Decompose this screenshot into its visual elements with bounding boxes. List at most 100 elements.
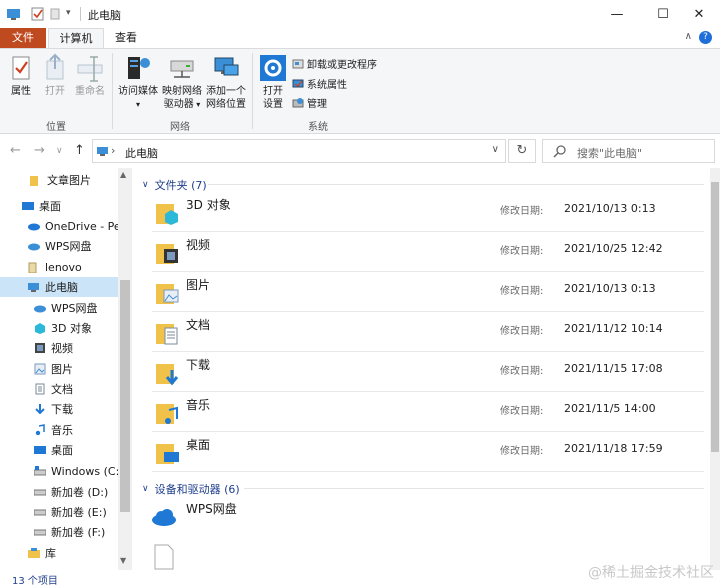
- scroll-thumb[interactable]: [120, 280, 130, 512]
- properties-icon: [12, 56, 30, 80]
- manage-icon: [292, 97, 304, 107]
- folder-row-documents[interactable]: 文档 修改日期: 2021/11/12 10:14: [152, 314, 704, 352]
- refresh-button[interactable]: ↻: [508, 139, 536, 163]
- device-row-wps-drive[interactable]: WPS网盘: [152, 498, 704, 536]
- nav-item-videos[interactable]: 视频: [0, 338, 118, 358]
- chevron-down-icon[interactable]: ∨: [492, 144, 499, 155]
- manage-button[interactable]: 管理: [292, 95, 327, 110]
- folder-name: 图片: [186, 278, 211, 292]
- nav-item-lenovo[interactable]: lenovo: [0, 257, 118, 277]
- nav-item-wps-drive[interactable]: WPS网盘: [0, 236, 118, 256]
- drive-icon: [34, 489, 46, 496]
- back-arrow-icon[interactable]: ←: [10, 143, 21, 158]
- search-box[interactable]: 搜索"此电脑": [542, 139, 715, 163]
- up-arrow-icon[interactable]: ↑: [74, 143, 85, 158]
- computer-icon: [97, 147, 108, 156]
- network-group-label: 网络: [170, 122, 190, 133]
- pictures-icon: [34, 363, 46, 375]
- drive-icon[interactable]: [154, 544, 174, 570]
- folder-row-downloads[interactable]: 下载 修改日期: 2021/11/15 17:08: [152, 354, 704, 392]
- forward-arrow-icon[interactable]: →: [34, 143, 45, 158]
- nav-item-drive-e[interactable]: 新加卷 (E:): [0, 502, 118, 522]
- user-folder-icon: [28, 262, 37, 273]
- add-network-location-button[interactable]: 添加一个 网络位置: [204, 53, 248, 111]
- nav-item-this-pc[interactable]: 此电脑: [0, 277, 118, 297]
- properties-button[interactable]: 属性: [6, 53, 36, 98]
- uninstall-label: 卸载或更改程序: [307, 60, 377, 71]
- nav-item-label: 库: [45, 547, 56, 560]
- system-group-label: 系统: [308, 122, 328, 133]
- nav-item-label: 新加卷 (D:): [51, 486, 109, 499]
- tab-view[interactable]: 查看: [106, 28, 146, 48]
- wps-cloud-icon: [152, 509, 176, 526]
- settings-gear-icon: [260, 55, 286, 81]
- date-label: 修改日期:: [500, 326, 544, 337]
- devices-section-header[interactable]: ∨ 设备和驱动器 (6): [142, 481, 240, 497]
- wps-cloud-icon: [34, 305, 46, 313]
- minimize-button[interactable]: —: [594, 0, 640, 28]
- nav-item-label: 桌面: [51, 444, 73, 457]
- rename-button[interactable]: 重命名: [72, 53, 108, 98]
- recent-locations-icon[interactable]: ∨: [56, 146, 63, 156]
- rename-icon: [77, 56, 103, 82]
- ribbon-collapse-icon[interactable]: ∧: [685, 31, 692, 42]
- nav-item-desktop[interactable]: 桌面: [0, 440, 118, 460]
- new-folder-quick-icon[interactable]: [50, 6, 60, 22]
- open-settings-label-1: 打开: [263, 86, 283, 97]
- breadcrumb-chevron-icon[interactable]: ›: [111, 144, 115, 157]
- nav-item-drive-c[interactable]: Windows (C:): [0, 461, 118, 481]
- folder-row-videos[interactable]: 视频 修改日期: 2021/10/25 12:42: [152, 234, 704, 272]
- address-bar[interactable]: › 此电脑 ∨: [92, 139, 506, 163]
- nav-item-drive-f[interactable]: 新加卷 (F:): [0, 522, 118, 542]
- nav-item-article-images[interactable]: 文章图片: [0, 170, 118, 190]
- folders-section-header[interactable]: ∨ 文件夹 (7): [142, 177, 207, 193]
- 3d-objects-folder-icon: [156, 204, 178, 225]
- date-label: 修改日期:: [500, 366, 544, 377]
- scroll-up-arrow-icon[interactable]: ▲: [120, 170, 126, 179]
- scroll-down-arrow-icon[interactable]: ▼: [120, 556, 126, 565]
- content-scrollbar[interactable]: [710, 168, 720, 570]
- music-folder-icon: [156, 404, 178, 424]
- nav-item-downloads[interactable]: 下载: [0, 399, 118, 419]
- tab-file[interactable]: 文件: [0, 28, 46, 48]
- access-media-button[interactable]: 访问媒体 ▾: [116, 53, 160, 111]
- tab-computer[interactable]: 计算机: [48, 28, 104, 48]
- nav-item-libraries[interactable]: 库: [0, 543, 118, 563]
- system-properties-icon: [292, 79, 304, 87]
- folder-row-music[interactable]: 音乐 修改日期: 2021/11/5 14:00: [152, 394, 704, 432]
- quick-access-dropdown-icon[interactable]: ▾: [66, 8, 71, 24]
- search-input[interactable]: 搜索"此电脑": [577, 145, 642, 161]
- system-properties-button[interactable]: 系统属性: [292, 76, 347, 91]
- nav-item-drive-d[interactable]: 新加卷 (D:): [0, 482, 118, 502]
- download-arrow-icon: [35, 404, 45, 415]
- open-button[interactable]: 打开: [40, 53, 70, 98]
- nav-item-pictures[interactable]: 图片: [0, 359, 118, 379]
- nav-item-label: 桌面: [39, 200, 61, 213]
- map-network-drive-button[interactable]: 映射网络 驱动器 ▾: [160, 53, 204, 111]
- chevron-down-icon[interactable]: ∨: [142, 180, 149, 190]
- address-path[interactable]: 此电脑: [125, 145, 158, 161]
- nav-item-music[interactable]: 音乐: [0, 420, 118, 440]
- chevron-down-icon[interactable]: ∨: [142, 484, 149, 494]
- folder-row-desktop[interactable]: 桌面 修改日期: 2021/11/18 17:59: [152, 434, 704, 472]
- folder-row-pictures[interactable]: 图片 修改日期: 2021/10/13 0:13: [152, 274, 704, 312]
- nav-item-3d-objects[interactable]: 3D 对象: [0, 318, 118, 338]
- nav-item-wps-drive-pc[interactable]: WPS网盘: [0, 298, 118, 318]
- item-count: 13 个项目: [12, 576, 58, 587]
- desktop-folder-icon: [156, 444, 179, 464]
- desktop-icon: [22, 202, 34, 210]
- blank-file-icon: [154, 544, 174, 570]
- properties-quick-icon[interactable]: [30, 6, 46, 22]
- nav-item-onedrive[interactable]: OneDrive - Pers: [0, 216, 118, 236]
- open-settings-button[interactable]: 打开 设置: [256, 53, 290, 111]
- help-icon[interactable]: ?: [699, 31, 712, 44]
- scroll-thumb[interactable]: [711, 182, 719, 452]
- nav-item-documents[interactable]: 文档: [0, 379, 118, 399]
- uninstall-program-button[interactable]: 卸载或更改程序: [292, 56, 377, 71]
- nav-pane-scrollbar[interactable]: ▲ ▼: [118, 168, 132, 570]
- nav-item-desktop-root[interactable]: 桌面: [0, 196, 118, 216]
- nav-item-label: 3D 对象: [51, 322, 92, 335]
- close-button[interactable]: ✕: [676, 0, 720, 28]
- folder-row-3d-objects[interactable]: 3D 对象 修改日期: 2021/10/13 0:13: [152, 194, 704, 232]
- section-divider: [208, 184, 704, 185]
